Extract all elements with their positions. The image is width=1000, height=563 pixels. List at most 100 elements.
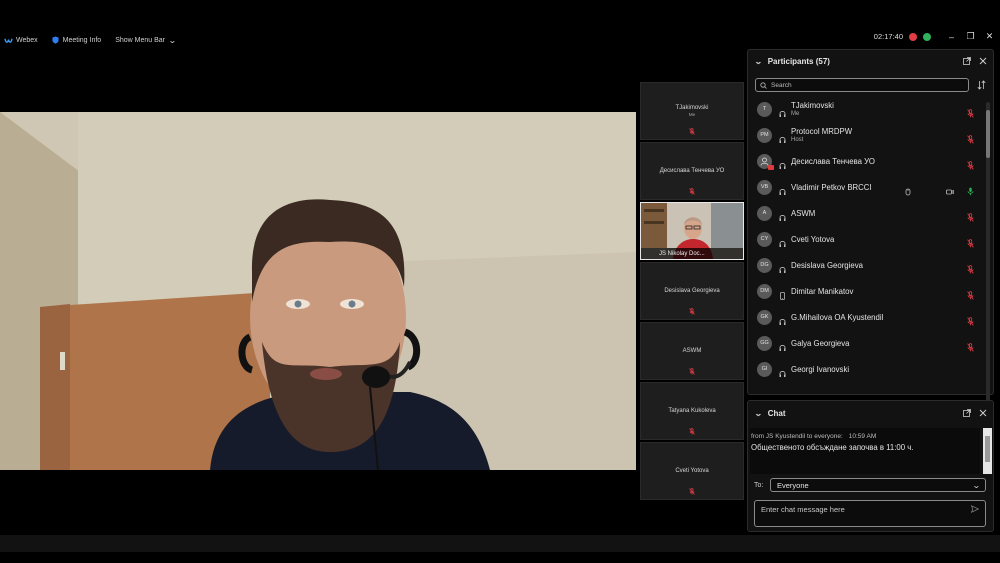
close-icon[interactable] <box>979 409 987 417</box>
participant-list-scrollbar[interactable] <box>986 102 990 436</box>
participant-row[interactable]: DM Dimitar Manikatov <box>748 278 986 304</box>
participant-name: Dimitar Manikatov <box>791 286 854 296</box>
connection-status-icon[interactable] <box>923 32 931 41</box>
tile-name: Cveti Yotova <box>675 468 709 474</box>
participant-row[interactable]: VB Vladimir Petkov BRCCI <box>748 174 986 200</box>
participant-row[interactable]: CY Cveti Yotova <box>748 226 986 252</box>
mic-on-icon[interactable] <box>967 183 974 195</box>
mic-muted-icon[interactable] <box>967 157 974 170</box>
avatar: PM <box>757 127 772 143</box>
speaker-video-frame <box>0 112 636 470</box>
tile-name: JS Nikolay Doc... <box>659 250 705 257</box>
show-menu-bar-label: Show Menu Bar <box>115 36 166 44</box>
mic-muted-icon[interactable] <box>967 313 974 326</box>
chat-to-label: To: <box>754 482 764 489</box>
participant-row[interactable]: DG Desislava Georgieva <box>748 252 986 278</box>
phone-icon <box>779 287 786 300</box>
mic-muted-icon[interactable] <box>967 339 974 352</box>
close-icon[interactable] <box>979 57 987 65</box>
chat-message-input[interactable] <box>761 505 961 514</box>
app-name: Webex <box>16 36 38 44</box>
participant-info: TJakimovski Me <box>791 101 834 117</box>
meeting-timer: 02:17:40 <box>873 32 903 41</box>
close-icon[interactable]: ✕ <box>985 31 994 41</box>
mic-muted-icon <box>689 128 695 135</box>
scrollbar-thumb[interactable] <box>985 436 990 462</box>
participant-row[interactable]: T TJakimovski Me <box>748 96 986 122</box>
participant-tile[interactable]: TJakimovski Me <box>640 82 744 140</box>
participant-row[interactable]: GK G.Mihailova OA Kyustendil <box>748 304 986 330</box>
chat-title: Chat <box>767 408 786 418</box>
sort-icon[interactable] <box>977 80 986 90</box>
window-controls: 02:17:40 – ❐ ✕ <box>873 31 994 42</box>
participant-row[interactable]: A ASWM <box>748 200 986 226</box>
chat-message-text: Общественото обсъждане започва в 11:00 ч… <box>751 443 914 452</box>
mouse-icon <box>904 183 912 196</box>
participant-name: Protocol MRDPW <box>791 127 853 136</box>
meeting-info-button[interactable]: Meeting Info <box>52 36 102 44</box>
participant-video-tile[interactable]: JS Nikolay Doc... <box>640 202 744 260</box>
participant-info: Vladimir Petkov BRCCI <box>791 183 872 192</box>
chat-header: ⌄ Chat <box>748 401 993 425</box>
participant-tile[interactable]: Cveti Yotova <box>640 442 744 500</box>
mic-muted-icon[interactable] <box>967 235 974 248</box>
minimize-icon[interactable]: – <box>947 32 956 42</box>
participant-row[interactable]: PM Protocol MRDPW Host <box>748 122 986 148</box>
chat-message-time: 10:59 AM <box>848 433 877 440</box>
participant-tile[interactable]: Desislava Georgieva <box>640 262 744 320</box>
participant-row[interactable]: GI Georgi Ivanovski <box>748 356 986 382</box>
participant-info: Desislava Georgieva <box>791 261 863 270</box>
main-speaker-video[interactable] <box>0 112 636 470</box>
meeting-info-label: Meeting Info <box>62 36 102 44</box>
tile-name: ASWM <box>682 348 702 354</box>
participant-name: G.Mihailova OA Kyustendil <box>791 312 884 322</box>
send-icon[interactable] <box>971 505 979 513</box>
mic-muted-icon[interactable] <box>967 131 974 144</box>
participant-role: Me <box>791 111 800 117</box>
search-input[interactable] <box>771 81 951 89</box>
restore-icon[interactable]: ❐ <box>966 31 975 41</box>
recording-indicator-icon[interactable] <box>909 32 917 41</box>
tile-name: Десислава Тенчева УО <box>659 168 725 174</box>
participant-name: Vladimir Petkov BRCCI <box>791 182 872 192</box>
chat-messages: from JS Kyustendil to everyone: 10:59 AM … <box>750 428 980 474</box>
collapse-chevron-icon[interactable]: ⌄ <box>754 57 763 66</box>
search-icon <box>760 81 767 89</box>
scrollbar-thumb[interactable] <box>986 110 990 158</box>
mic-muted-icon[interactable] <box>967 287 974 300</box>
headset-icon <box>779 261 786 273</box>
webex-menu[interactable]: Webex <box>4 37 38 44</box>
participant-info: G.Mihailova OA Kyustendil <box>791 313 883 322</box>
participant-info: Protocol MRDPW Host <box>791 127 852 143</box>
mic-muted-icon[interactable] <box>967 261 974 274</box>
participant-name: ASWM <box>791 208 816 218</box>
avatar: DM <box>757 283 772 299</box>
mic-muted-icon <box>689 428 695 435</box>
chat-input-box[interactable] <box>754 500 986 527</box>
collapse-chevron-icon[interactable]: ⌄ <box>754 409 763 418</box>
mic-muted-icon[interactable] <box>967 105 974 118</box>
webex-meeting-window: Webex Meeting Info Show Menu Bar ⌄ 02:17… <box>0 0 1000 563</box>
participant-name: Desislava Georgieva <box>791 260 863 270</box>
headset-icon <box>779 131 786 143</box>
mic-muted-icon[interactable] <box>967 209 974 222</box>
headset-icon <box>779 183 786 195</box>
participant-tile[interactable]: ASWM <box>640 322 744 380</box>
participant-tile[interactable]: Tatyana Kukoleva <box>640 382 744 440</box>
participant-info: Galya Georgieva <box>791 339 850 348</box>
avatar: A <box>757 205 772 221</box>
participant-row[interactable]: Десислава Тенчева УО <box>748 148 986 174</box>
participant-tile[interactable]: Десислава Тенчева УО <box>640 142 744 200</box>
participant-search[interactable] <box>755 78 969 92</box>
participant-info: Dimitar Manikatov <box>791 287 853 296</box>
participant-name: TJakimovski <box>791 101 834 110</box>
participant-row[interactable]: GG Galya Georgieva <box>748 330 986 356</box>
pop-out-icon[interactable] <box>963 409 971 417</box>
chat-recipient-select[interactable]: Everyone ⌄ <box>770 478 986 492</box>
chat-scrollbar[interactable] <box>983 428 992 474</box>
show-menu-bar-button[interactable]: Show Menu Bar ⌄ <box>115 36 177 45</box>
pop-out-icon[interactable] <box>963 57 971 65</box>
headset-icon <box>779 365 786 377</box>
participant-role: Host <box>791 137 804 143</box>
mic-muted-icon <box>689 368 695 375</box>
